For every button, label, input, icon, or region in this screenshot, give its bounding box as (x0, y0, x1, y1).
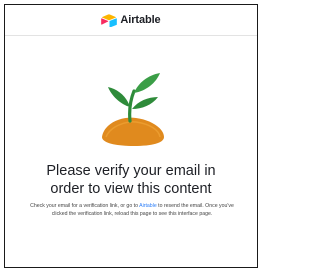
instructions-text: Check your email for a verification link… (27, 202, 237, 218)
airtable-link[interactable]: Airtable (139, 203, 157, 209)
heading-line-2: order to view this content (50, 181, 212, 197)
airtable-logo-icon (101, 13, 118, 27)
page-heading: Please verify your email in order to vie… (5, 162, 257, 198)
brand-name: Airtable (120, 14, 161, 26)
instructions-before-link: Check your email for a verification link… (30, 203, 140, 209)
heading-line-1: Please verify your email in (46, 163, 216, 179)
verification-card: Airtable Please verify your email in ord… (4, 4, 258, 268)
header-bar: Airtable (5, 5, 257, 36)
sprout-icon (102, 73, 164, 146)
